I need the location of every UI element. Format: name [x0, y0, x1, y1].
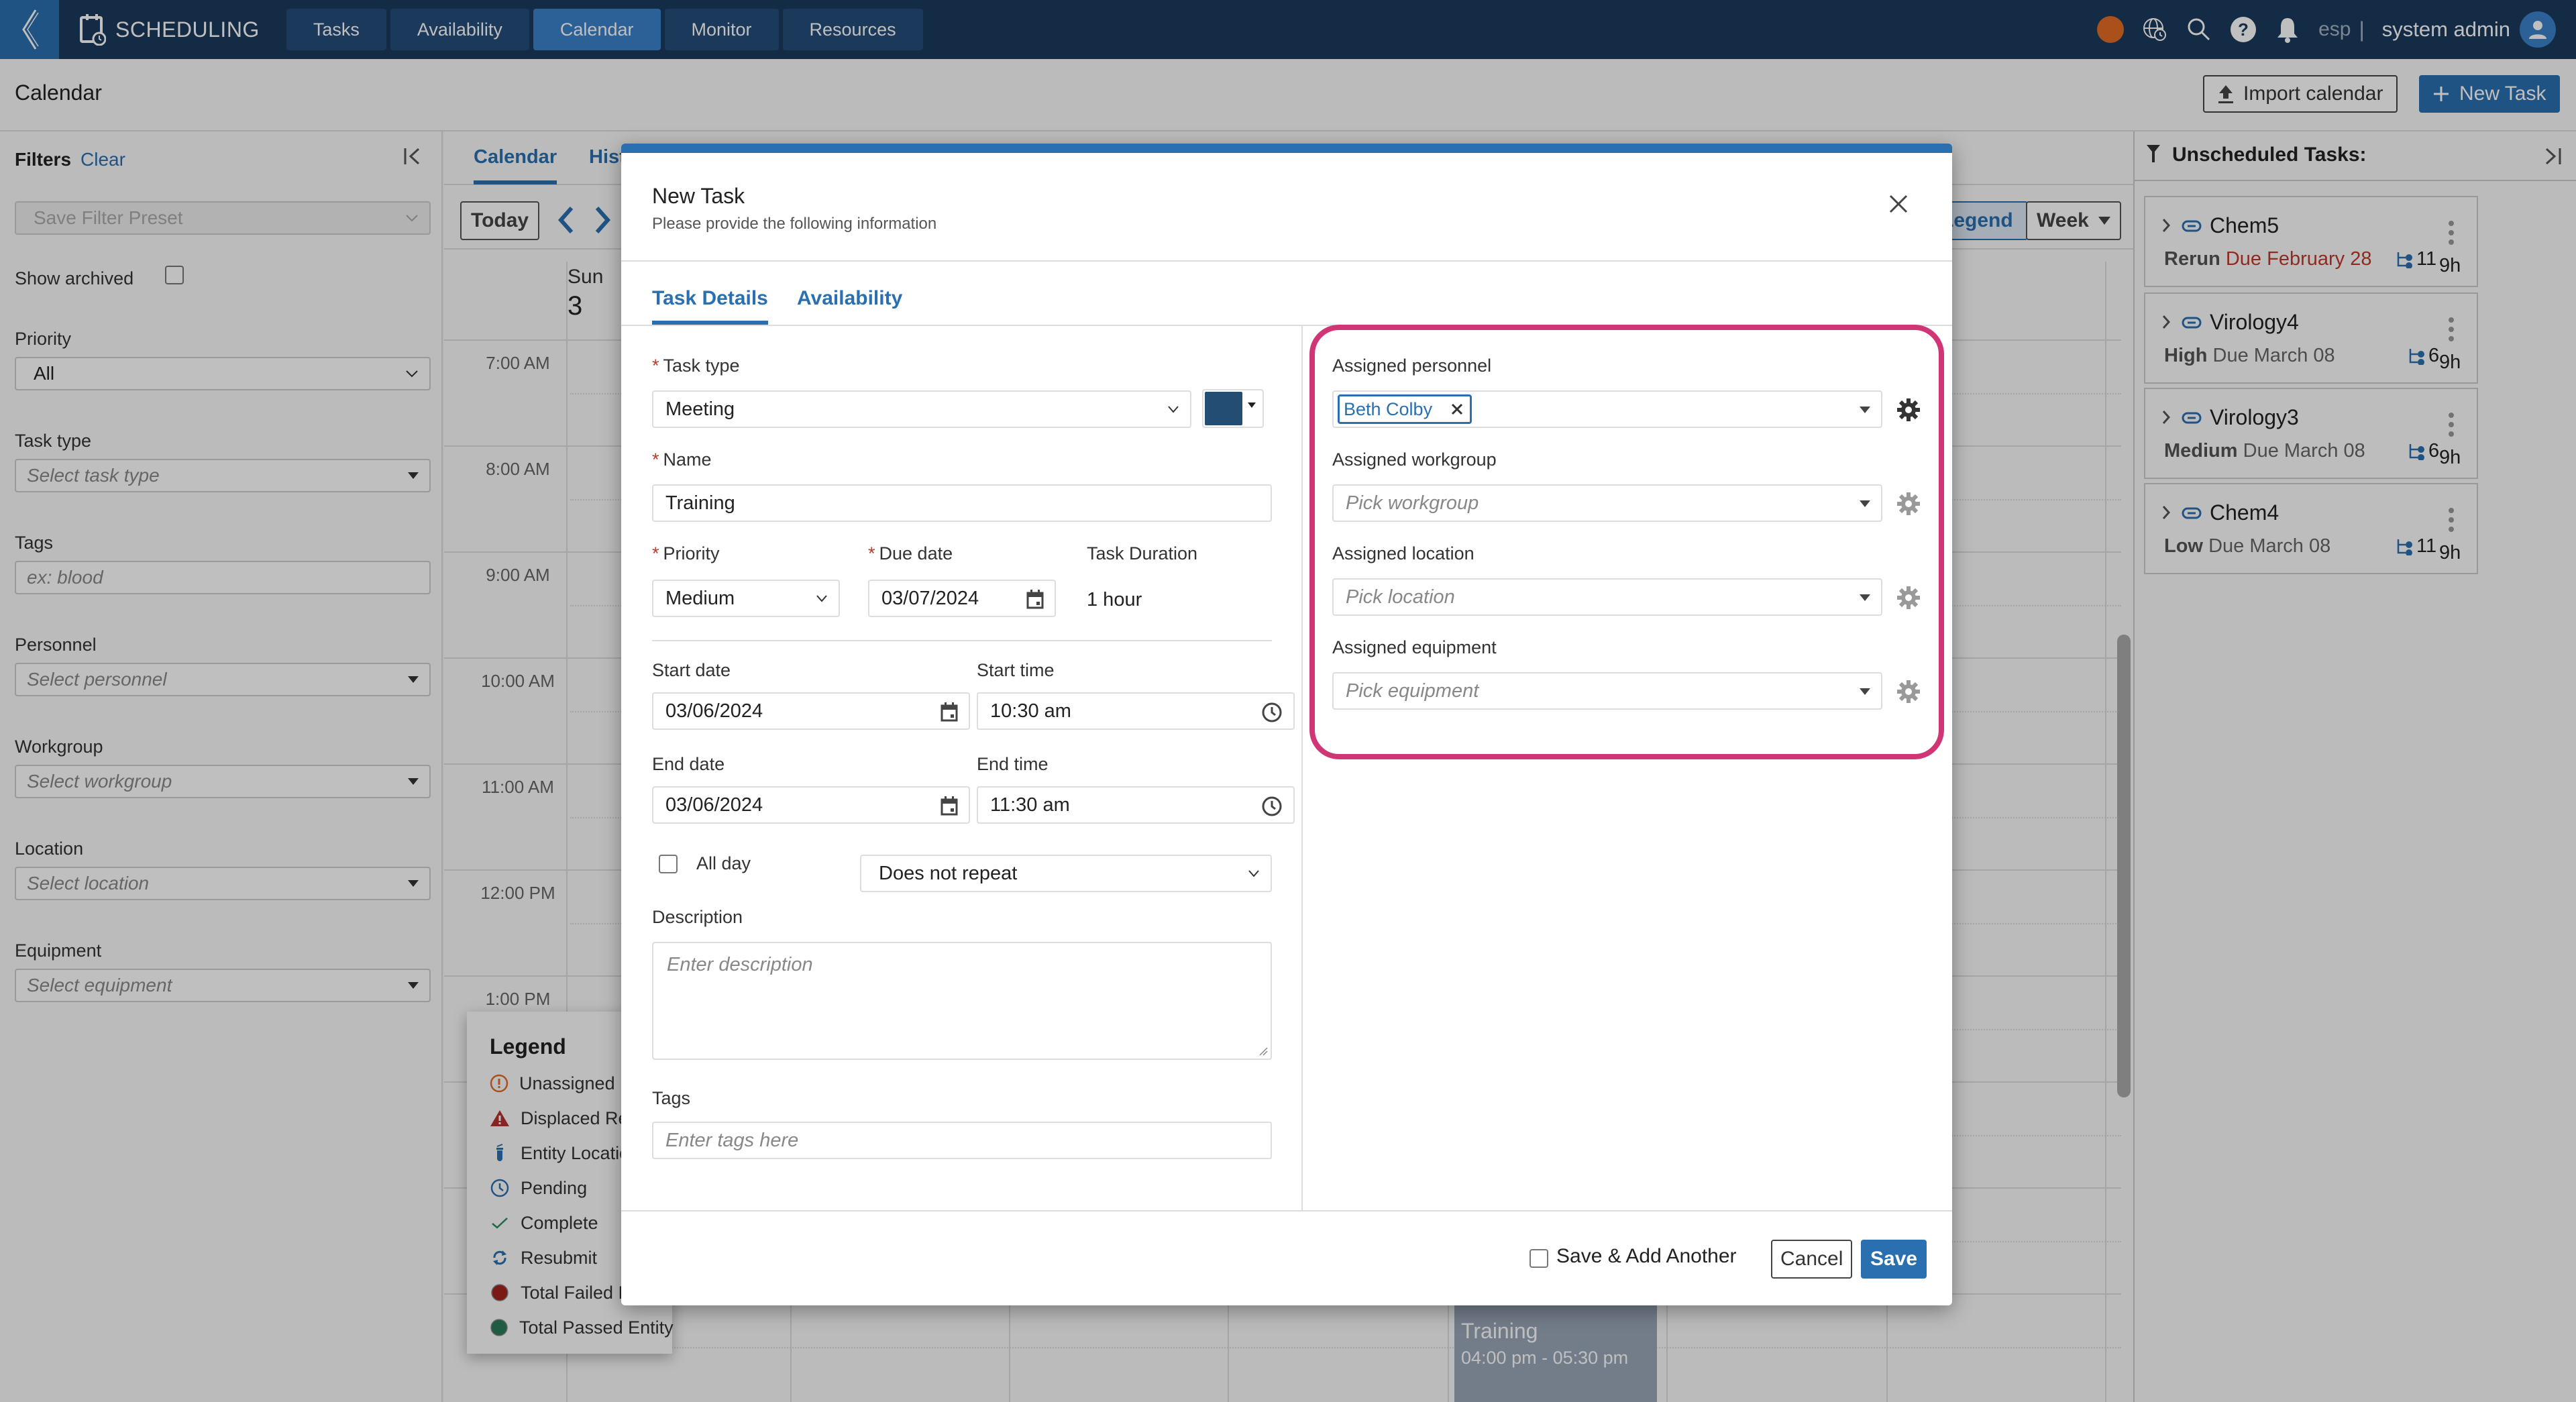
clock-icon[interactable]	[1261, 702, 1283, 723]
divider	[621, 260, 1952, 262]
assigned-personnel-label: Assigned personnel	[1332, 356, 1492, 376]
all-day-checkbox[interactable]	[659, 855, 678, 873]
task-type-select[interactable]: Meeting	[652, 390, 1191, 428]
task-duration-value: 1 hour	[1087, 589, 1142, 610]
workgroup-placeholder: Pick workgroup	[1346, 492, 1479, 514]
due-date-input[interactable]: 03/07/2024	[868, 580, 1056, 617]
end-time-label: End time	[977, 754, 1049, 774]
color-swatch	[1205, 392, 1242, 425]
chevron-down-icon	[816, 595, 827, 602]
assigned-workgroup-select[interactable]: Pick workgroup	[1332, 484, 1882, 522]
assigned-location-select[interactable]: Pick location	[1332, 578, 1882, 616]
start-date-value: 03/06/2024	[665, 700, 763, 722]
end-time-value: 11:30 am	[990, 794, 1070, 816]
task-color-picker[interactable]	[1202, 389, 1264, 428]
tags-placeholder: Enter tags here	[665, 1129, 799, 1151]
name-label: * Name	[652, 449, 712, 470]
task-duration-label: Task Duration	[1087, 543, 1198, 563]
label-text: Priority	[663, 543, 720, 563]
name-input[interactable]: Training	[652, 484, 1272, 522]
cancel-button[interactable]: Cancel	[1771, 1240, 1853, 1279]
calendar-icon[interactable]	[941, 702, 958, 722]
chevron-down-icon	[1248, 870, 1259, 877]
equipment-placeholder: Pick equipment	[1346, 680, 1479, 702]
description-placeholder: Enter description	[667, 954, 813, 975]
save-add-another-checkbox[interactable]	[1529, 1249, 1548, 1268]
end-date-input[interactable]: 03/06/2024	[652, 786, 970, 824]
name-value: Training	[665, 492, 735, 514]
clock-icon[interactable]	[1261, 796, 1283, 817]
repeat-select[interactable]: Does not repeat	[860, 855, 1272, 892]
caret-down-icon	[1860, 407, 1870, 413]
priority-label: * Priority	[652, 543, 720, 564]
tags-label: Tags	[652, 1088, 691, 1108]
assigned-location-label: Assigned location	[1332, 543, 1474, 563]
tags-input[interactable]: Enter tags here	[652, 1122, 1272, 1159]
required-marker: *	[652, 356, 659, 376]
divider	[652, 640, 1272, 641]
priority-value: Medium	[665, 587, 735, 609]
chip-label: Beth Colby	[1344, 398, 1433, 419]
close-icon[interactable]	[1888, 193, 1909, 215]
calendar-icon[interactable]	[1026, 589, 1044, 609]
start-time-value: 10:30 am	[990, 700, 1071, 722]
modal-title: New Task	[652, 184, 745, 208]
assigned-equipment-label: Assigned equipment	[1332, 637, 1497, 657]
resize-grip-icon[interactable]	[1258, 1046, 1268, 1056]
divider	[621, 1210, 1952, 1211]
required-marker: *	[868, 543, 875, 563]
label-text: Name	[663, 449, 712, 470]
save-button[interactable]: Save	[1861, 1240, 1927, 1279]
due-date-label: * Due date	[868, 543, 953, 564]
due-date-value: 03/07/2024	[881, 587, 979, 609]
personnel-chip: Beth Colby	[1338, 394, 1472, 424]
location-placeholder: Pick location	[1346, 586, 1455, 608]
start-time-label: Start time	[977, 660, 1055, 680]
divider	[1301, 326, 1303, 1210]
required-marker: *	[652, 449, 659, 470]
start-date-input[interactable]: 03/06/2024	[652, 692, 970, 730]
caret-down-icon	[1860, 594, 1870, 601]
assigned-personnel-select[interactable]: Beth Colby	[1332, 390, 1882, 428]
required-marker: *	[652, 543, 659, 563]
settings-gear-icon[interactable]	[1896, 585, 1921, 610]
tab-task-details[interactable]: Task Details	[652, 287, 768, 325]
description-textarea[interactable]: Enter description	[652, 942, 1272, 1060]
priority-select[interactable]: Medium	[652, 580, 840, 617]
settings-gear-icon[interactable]	[1896, 397, 1921, 423]
caret-down-icon	[1860, 500, 1870, 507]
assigned-equipment-select[interactable]: Pick equipment	[1332, 672, 1882, 710]
start-time-input[interactable]: 10:30 am	[977, 692, 1295, 730]
settings-gear-icon[interactable]	[1896, 679, 1921, 704]
repeat-value: Does not repeat	[879, 862, 1018, 884]
caret-down-icon	[1860, 688, 1870, 695]
label-text: Due date	[879, 543, 953, 563]
task-type-value: Meeting	[665, 398, 735, 420]
assigned-workgroup-label: Assigned workgroup	[1332, 449, 1497, 470]
label-text: Task type	[663, 356, 740, 376]
settings-gear-icon[interactable]	[1896, 491, 1921, 517]
description-label: Description	[652, 907, 743, 927]
new-task-modal: New Task Please provide the following in…	[621, 144, 1952, 1305]
end-time-input[interactable]: 11:30 am	[977, 786, 1295, 824]
save-add-another-label: Save & Add Another	[1556, 1245, 1737, 1267]
end-date-value: 03/06/2024	[665, 794, 763, 816]
remove-chip-icon[interactable]	[1451, 403, 1463, 415]
modal-subtitle: Please provide the following information	[652, 215, 937, 233]
chevron-down-icon	[1168, 406, 1179, 413]
tab-availability[interactable]: Availability	[797, 287, 902, 310]
start-date-label: Start date	[652, 660, 731, 680]
all-day-label: All day	[696, 853, 751, 873]
end-date-label: End date	[652, 754, 725, 774]
caret-down-icon	[1248, 402, 1256, 408]
task-type-label: * Task type	[652, 356, 740, 376]
calendar-icon[interactable]	[941, 796, 958, 816]
